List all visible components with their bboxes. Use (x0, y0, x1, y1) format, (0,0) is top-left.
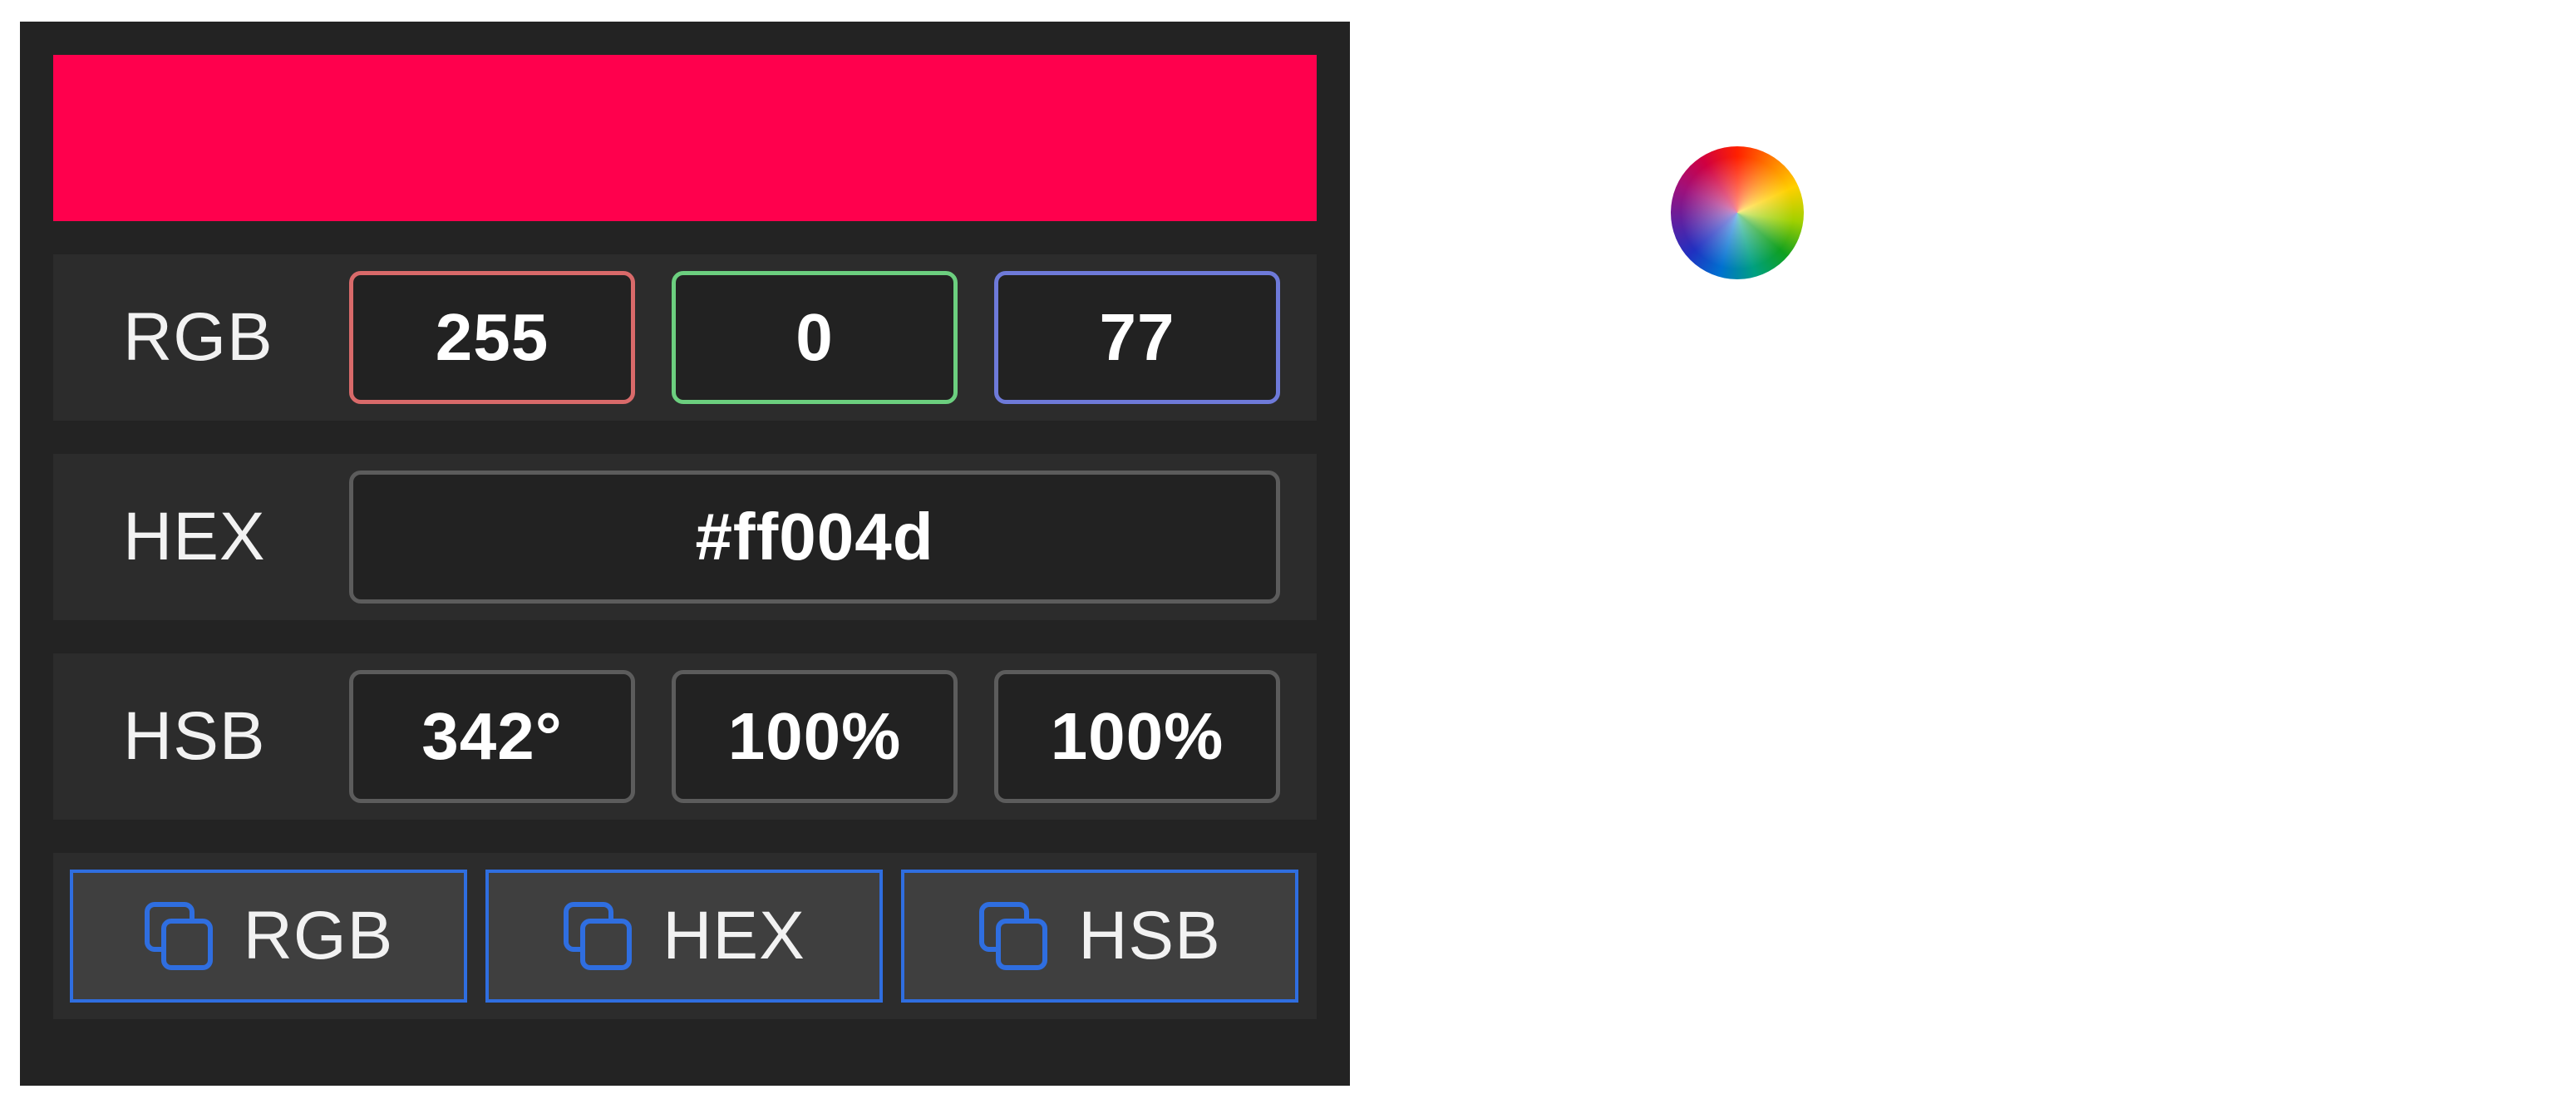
red-value-field[interactable]: 255 (349, 271, 635, 404)
rgb-label: RGB (123, 299, 273, 375)
color-wheel-icon[interactable] (1671, 146, 1804, 279)
copy-rgb-button[interactable]: RGB (70, 870, 467, 1003)
copy-hex-label: HEX (662, 898, 805, 973)
green-value-field[interactable]: 0 (672, 271, 958, 404)
copy-hsb-button[interactable]: HSB (901, 870, 1298, 1003)
hue-value-field[interactable]: 342° (349, 670, 635, 803)
saturation-value-field[interactable]: 100% (672, 670, 958, 803)
copy-icon (144, 901, 214, 971)
hex-label: HEX (123, 499, 266, 574)
blue-value-field[interactable]: 77 (994, 271, 1280, 404)
copy-buttons-row: RGB HEX HSB (53, 853, 1317, 1019)
hsb-row: HSB 342° 100% 100% (53, 653, 1317, 820)
copy-icon (563, 901, 633, 971)
brightness-value-field[interactable]: 100% (994, 670, 1280, 803)
copy-hsb-label: HSB (1078, 898, 1221, 973)
hex-row: HEX #ff004d (53, 454, 1317, 620)
rgb-row: RGB 255 0 77 (53, 254, 1317, 421)
hex-value-field[interactable]: #ff004d (349, 471, 1280, 604)
copy-rgb-label: RGB (243, 898, 394, 973)
copy-icon (978, 901, 1048, 971)
copy-hex-button[interactable]: HEX (485, 870, 883, 1003)
color-preview-swatch (53, 55, 1317, 221)
color-picker-panel: RGB 255 0 77 HEX #ff004d HSB 342° 100% 1… (20, 22, 1350, 1086)
hsb-label: HSB (123, 698, 266, 774)
